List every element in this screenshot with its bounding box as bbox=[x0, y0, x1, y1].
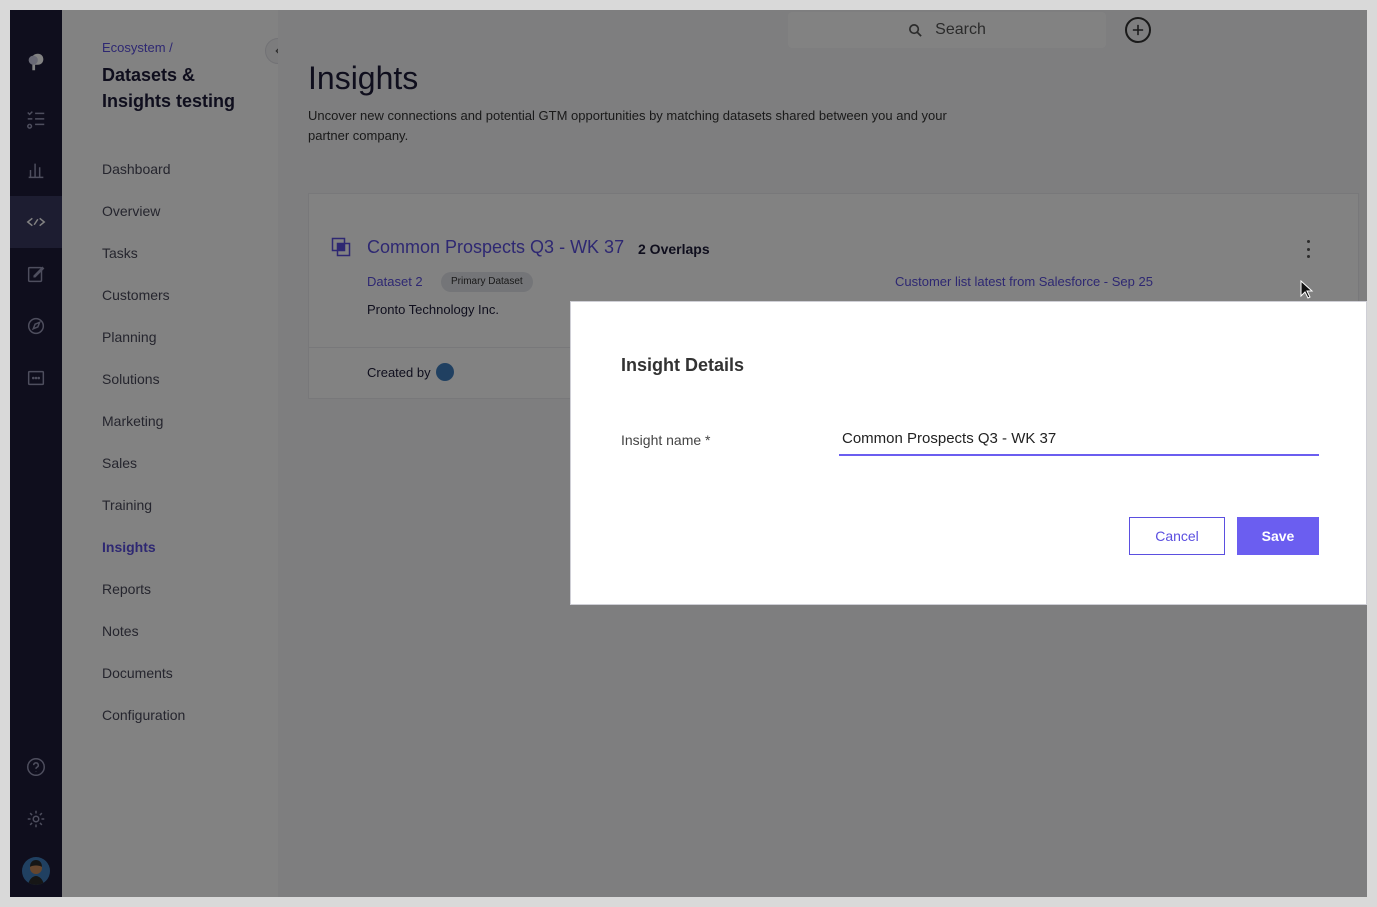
insight-name-input[interactable] bbox=[839, 422, 1319, 456]
app-window: Ecosystem / Datasets & Insights testing … bbox=[10, 10, 1367, 897]
save-button[interactable]: Save bbox=[1237, 517, 1319, 555]
insight-name-label: Insight name * bbox=[621, 432, 711, 448]
mouse-cursor-icon bbox=[1300, 280, 1314, 299]
cancel-button[interactable]: Cancel bbox=[1129, 517, 1225, 555]
insight-details-dialog: Insight Details Insight name * Cancel Sa… bbox=[570, 301, 1367, 605]
dialog-title: Insight Details bbox=[621, 355, 745, 375]
